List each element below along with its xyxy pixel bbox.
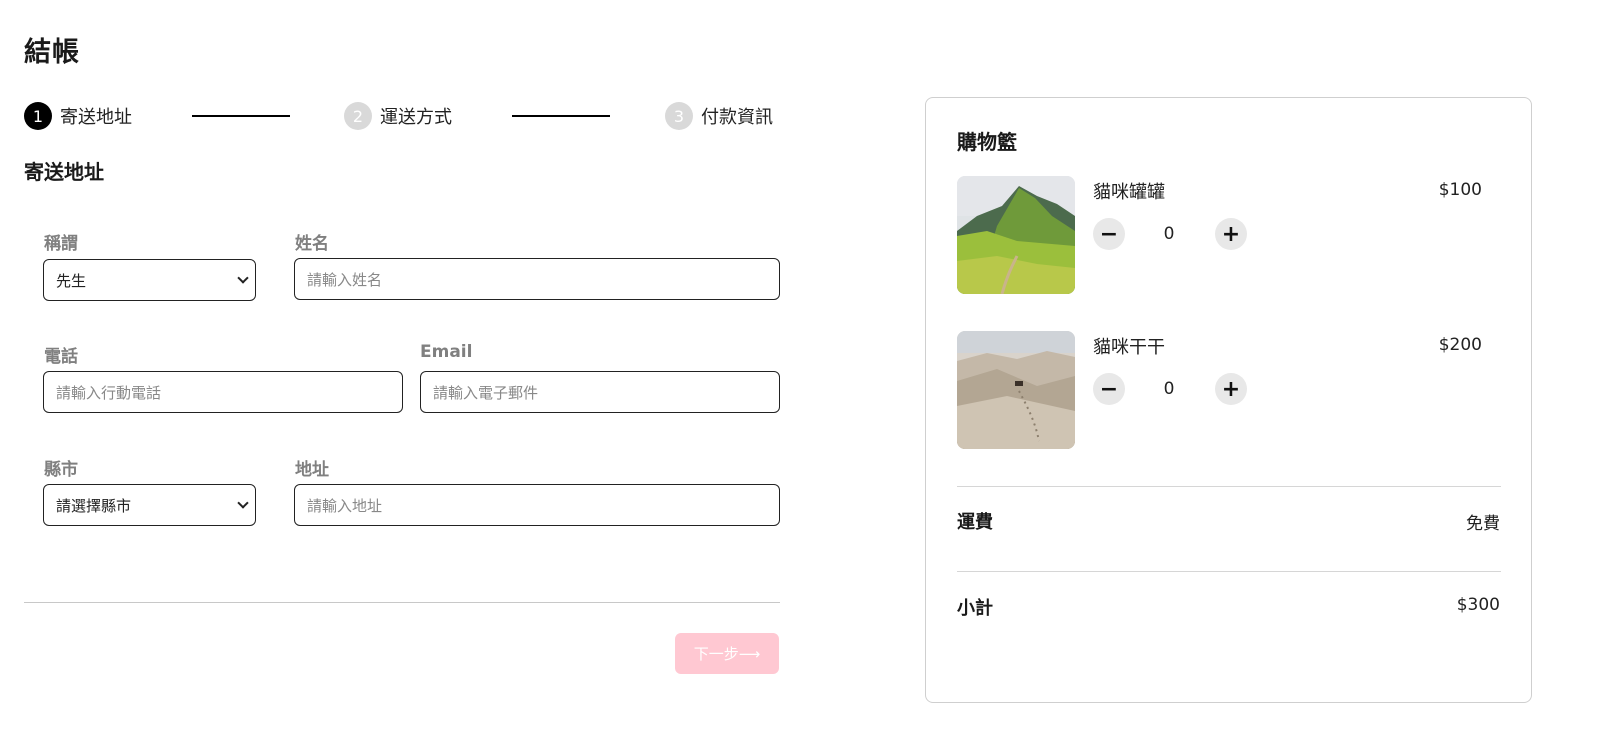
cart-divider [957,571,1501,572]
chevron-down-icon [237,497,249,509]
city-select[interactable]: 請選擇縣市 [43,484,256,526]
name-label: 姓名 [295,234,329,254]
increase-qty-button[interactable]: + [1215,373,1247,405]
step-label: 運送方式 [380,107,452,128]
step-number: 2 [344,102,372,130]
item-price: $200 [1438,335,1482,355]
step-connector [192,115,290,117]
address-label: 地址 [295,460,329,480]
cart-item: 貓咪罐罐 $100 − 0 + [957,176,1502,294]
phone-label: 電話 [44,347,78,367]
plus-icon: + [1221,221,1241,247]
decrease-qty-button[interactable]: − [1093,373,1125,405]
next-step-button[interactable]: 下一步⟶ [675,633,779,674]
name-input[interactable]: 請輸入姓名 [294,258,780,300]
item-price: $100 [1438,180,1482,200]
step-payment-info[interactable]: 3 付款資訊 [665,101,773,131]
step-label: 付款資訊 [701,107,773,128]
phone-placeholder: 請輸入行動電話 [56,383,162,402]
checkout-stepper: 1 寄送地址 2 運送方式 3 付款資訊 [24,101,780,131]
plus-icon: + [1221,376,1241,402]
item-name: 貓咪干干 [1093,337,1165,358]
shipping-value: 免費 [1466,514,1500,534]
salutation-label: 稱謂 [44,234,78,254]
chevron-down-icon [237,272,249,284]
step-number: 1 [24,102,52,130]
minus-icon: − [1099,376,1119,402]
city-value: 請選擇縣市 [56,496,132,515]
subtotal-value: $300 [1456,595,1500,615]
step-shipping-address[interactable]: 1 寄送地址 [24,101,132,131]
cart-divider [957,486,1501,487]
decrease-qty-button[interactable]: − [1093,218,1125,250]
desert-dunes-image [957,331,1075,449]
item-quantity: 0 [1163,224,1175,244]
step-number: 3 [665,102,693,130]
form-divider [24,602,780,603]
item-quantity: 0 [1163,379,1175,399]
increase-qty-button[interactable]: + [1215,218,1247,250]
step-shipping-method[interactable]: 2 運送方式 [344,101,452,131]
shipping-label: 運費 [957,512,993,533]
address-input[interactable]: 請輸入地址 [294,484,780,526]
step-label: 寄送地址 [60,107,132,128]
step-connector [512,115,610,117]
section-title: 寄送地址 [24,160,104,184]
subtotal-label: 小計 [957,598,993,619]
name-placeholder: 請輸入姓名 [307,270,383,289]
email-input[interactable]: 請輸入電子郵件 [420,371,780,413]
email-label: Email [420,342,473,362]
cart-item: 貓咪干干 $200 − 0 + [957,331,1502,449]
city-label: 縣市 [44,460,78,480]
cart-panel: 購物籃 貓咪罐罐 $100 − 0 + 貓咪干干 $200 − 0 + 運費 免… [925,97,1532,703]
minus-icon: − [1099,221,1119,247]
item-name: 貓咪罐罐 [1093,182,1165,203]
salutation-value: 先生 [56,271,87,290]
page-title: 結帳 [24,37,80,68]
mountain-landscape-image [957,176,1075,294]
phone-input[interactable]: 請輸入行動電話 [43,371,403,413]
cart-title: 購物籃 [957,130,1017,154]
email-placeholder: 請輸入電子郵件 [433,383,539,402]
salutation-select[interactable]: 先生 [43,259,256,301]
address-placeholder: 請輸入地址 [307,496,383,515]
